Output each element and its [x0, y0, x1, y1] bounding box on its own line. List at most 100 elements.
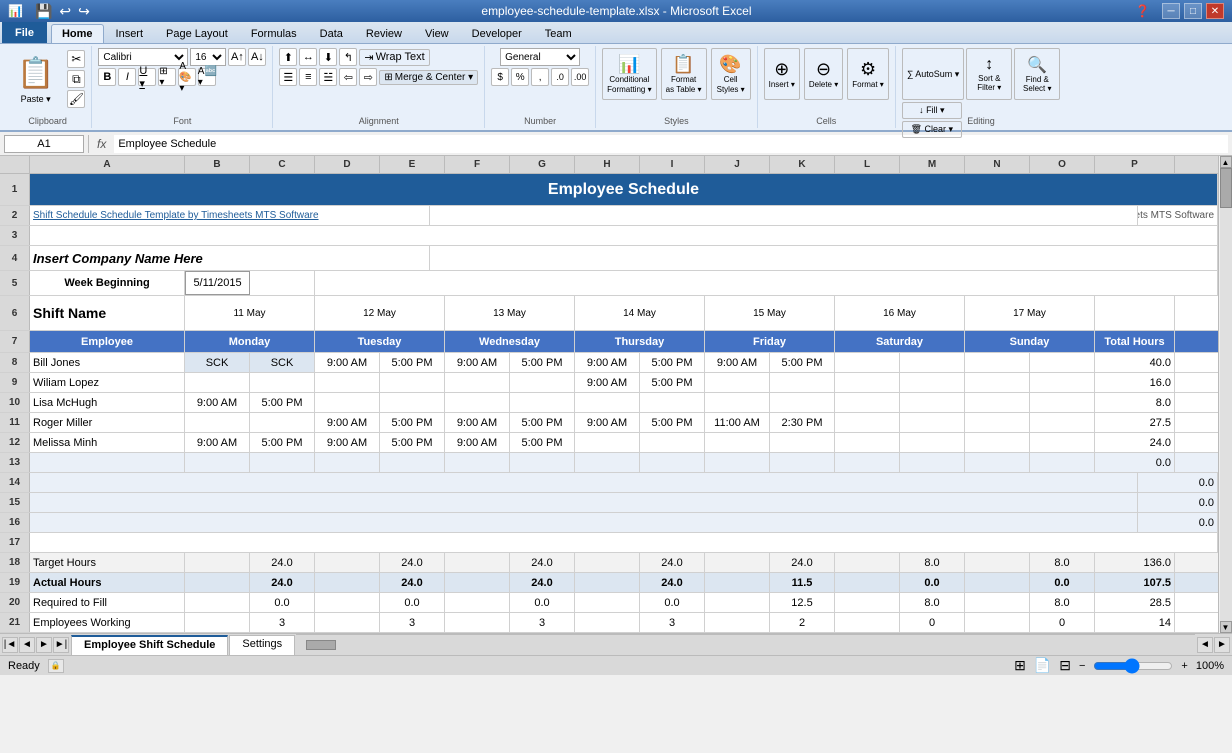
copy-button[interactable]: ⧉ — [67, 70, 85, 88]
cell-O19[interactable]: 0.0 — [1030, 573, 1095, 592]
cell-K19[interactable]: 11.5 — [770, 573, 835, 592]
increase-font-button[interactable]: A↑ — [228, 48, 246, 66]
cell-I20[interactable]: 0.0 — [640, 593, 705, 612]
cell-G10[interactable] — [510, 393, 575, 412]
cell-H12[interactable] — [575, 433, 640, 452]
cell-O12[interactable] — [1030, 433, 1095, 452]
cell-O13[interactable] — [1030, 453, 1095, 472]
row-num-18[interactable]: 18 — [0, 553, 30, 572]
h-scroll-thumb[interactable] — [306, 640, 336, 650]
cell-P10[interactable]: 8.0 — [1095, 393, 1175, 412]
autosum-button[interactable]: ∑ AutoSum ▾ — [902, 48, 964, 100]
font-name-select[interactable]: Calibri — [98, 48, 188, 66]
cell-I11[interactable]: 5:00 PM — [640, 413, 705, 432]
border-button[interactable]: ⊞ ▾ — [158, 68, 176, 86]
tab-data[interactable]: Data — [309, 24, 354, 43]
maximize-button[interactable]: □ — [1184, 3, 1202, 19]
cell-J13[interactable] — [705, 453, 770, 472]
cell-J20[interactable] — [705, 593, 770, 612]
cell-O20[interactable]: 8.0 — [1030, 593, 1095, 612]
cell-row14[interactable] — [30, 473, 1138, 492]
row-num-21[interactable]: 21 — [0, 613, 30, 632]
cell-N10[interactable] — [965, 393, 1030, 412]
cell-N19[interactable] — [965, 573, 1030, 592]
sheet-nav-next[interactable]: ► — [36, 637, 52, 653]
cell-I18[interactable]: 24.0 — [640, 553, 705, 572]
format-painter-button[interactable]: 🖌 — [67, 90, 85, 108]
cell-P21[interactable]: 14 — [1095, 613, 1175, 632]
scroll-down-button[interactable]: ▼ — [1220, 621, 1232, 633]
cell-L13[interactable] — [835, 453, 900, 472]
cell-D12[interactable]: 9:00 AM — [315, 433, 380, 452]
row-num-20[interactable]: 20 — [0, 593, 30, 612]
cell-E21[interactable]: 3 — [380, 613, 445, 632]
tab-insert[interactable]: Insert — [105, 24, 155, 43]
increase-decimal-button[interactable]: .00 — [571, 68, 589, 86]
cell-J8[interactable]: 9:00 AM — [705, 353, 770, 372]
row-num-9[interactable]: 9 — [0, 373, 30, 392]
cell-C13[interactable] — [250, 453, 315, 472]
tab-review[interactable]: Review — [355, 24, 413, 43]
tab-view[interactable]: View — [414, 24, 460, 43]
cell-B18[interactable] — [185, 553, 250, 572]
col-header-O[interactable]: O — [1030, 156, 1095, 173]
cell-A12[interactable]: Melissa Minh — [30, 433, 185, 452]
font-size-select[interactable]: 16 — [190, 48, 226, 66]
cell-A7[interactable]: Employee — [30, 331, 185, 352]
row-num-19[interactable]: 19 — [0, 573, 30, 592]
percent-button[interactable]: % — [511, 68, 529, 86]
cell-F11[interactable]: 9:00 AM — [445, 413, 510, 432]
cell-H13[interactable] — [575, 453, 640, 472]
cell-E18[interactable]: 24.0 — [380, 553, 445, 572]
cell-F13[interactable] — [445, 453, 510, 472]
align-middle-button[interactable]: ↔ — [299, 48, 317, 66]
cell-F12[interactable]: 9:00 AM — [445, 433, 510, 452]
cell-A4[interactable]: Insert Company Name Here — [30, 246, 430, 270]
cell-G8[interactable]: 5:00 PM — [510, 353, 575, 372]
cell-P14[interactable]: 0.0 — [1138, 473, 1218, 492]
cell-A13[interactable] — [30, 453, 185, 472]
cell-F9[interactable] — [445, 373, 510, 392]
row-num-13[interactable]: 13 — [0, 453, 30, 472]
italic-button[interactable]: I — [118, 68, 136, 86]
merge-center-button[interactable]: ⊞ Merge & Center ▾ — [379, 70, 478, 85]
page-break-view-button[interactable]: ⊟ — [1059, 657, 1071, 674]
cell-N12[interactable] — [965, 433, 1030, 452]
cell-E12[interactable]: 5:00 PM — [380, 433, 445, 452]
cell-F8[interactable]: 9:00 AM — [445, 353, 510, 372]
cell-C19[interactable]: 24.0 — [250, 573, 315, 592]
paste-button[interactable]: 📋 — [10, 53, 61, 94]
cell-I12[interactable] — [640, 433, 705, 452]
number-format-select[interactable]: General — [500, 48, 580, 66]
row-num-10[interactable]: 10 — [0, 393, 30, 412]
tab-page-layout[interactable]: Page Layout — [155, 24, 239, 43]
cell-H8[interactable]: 9:00 AM — [575, 353, 640, 372]
cell-M12[interactable] — [900, 433, 965, 452]
cell-B12[interactable]: 9:00 AM — [185, 433, 250, 452]
delete-cells-button[interactable]: ⊖ Delete ▾ — [804, 48, 843, 100]
cell-J10[interactable] — [705, 393, 770, 412]
row-num-4[interactable]: 4 — [0, 246, 30, 270]
cell-M19[interactable]: 0.0 — [900, 573, 965, 592]
cell-G11[interactable]: 5:00 PM — [510, 413, 575, 432]
col-header-G[interactable]: G — [510, 156, 575, 173]
cell-N9[interactable] — [965, 373, 1030, 392]
col-header-K[interactable]: K — [770, 156, 835, 173]
cell-C12[interactable]: 5:00 PM — [250, 433, 315, 452]
cell-K11[interactable]: 2:30 PM — [770, 413, 835, 432]
cell-G21[interactable]: 3 — [510, 613, 575, 632]
cell-P19[interactable]: 107.5 — [1095, 573, 1175, 592]
cell-B5[interactable]: 5/11/2015 — [185, 271, 250, 295]
zoom-in-button[interactable]: + — [1181, 660, 1187, 672]
cell-A10[interactable]: Lisa McHugh — [30, 393, 185, 412]
cell-row3[interactable] — [30, 226, 1218, 245]
cell-E10[interactable] — [380, 393, 445, 412]
cell-G13[interactable] — [510, 453, 575, 472]
col-header-I[interactable]: I — [640, 156, 705, 173]
cell-G12[interactable]: 5:00 PM — [510, 433, 575, 452]
normal-view-button[interactable]: ⊞ — [1014, 657, 1026, 674]
cell-row16[interactable] — [30, 513, 1138, 532]
minimize-button[interactable]: ─ — [1162, 3, 1180, 19]
cell-P16[interactable]: 0.0 — [1138, 513, 1218, 532]
cell-L11[interactable] — [835, 413, 900, 432]
